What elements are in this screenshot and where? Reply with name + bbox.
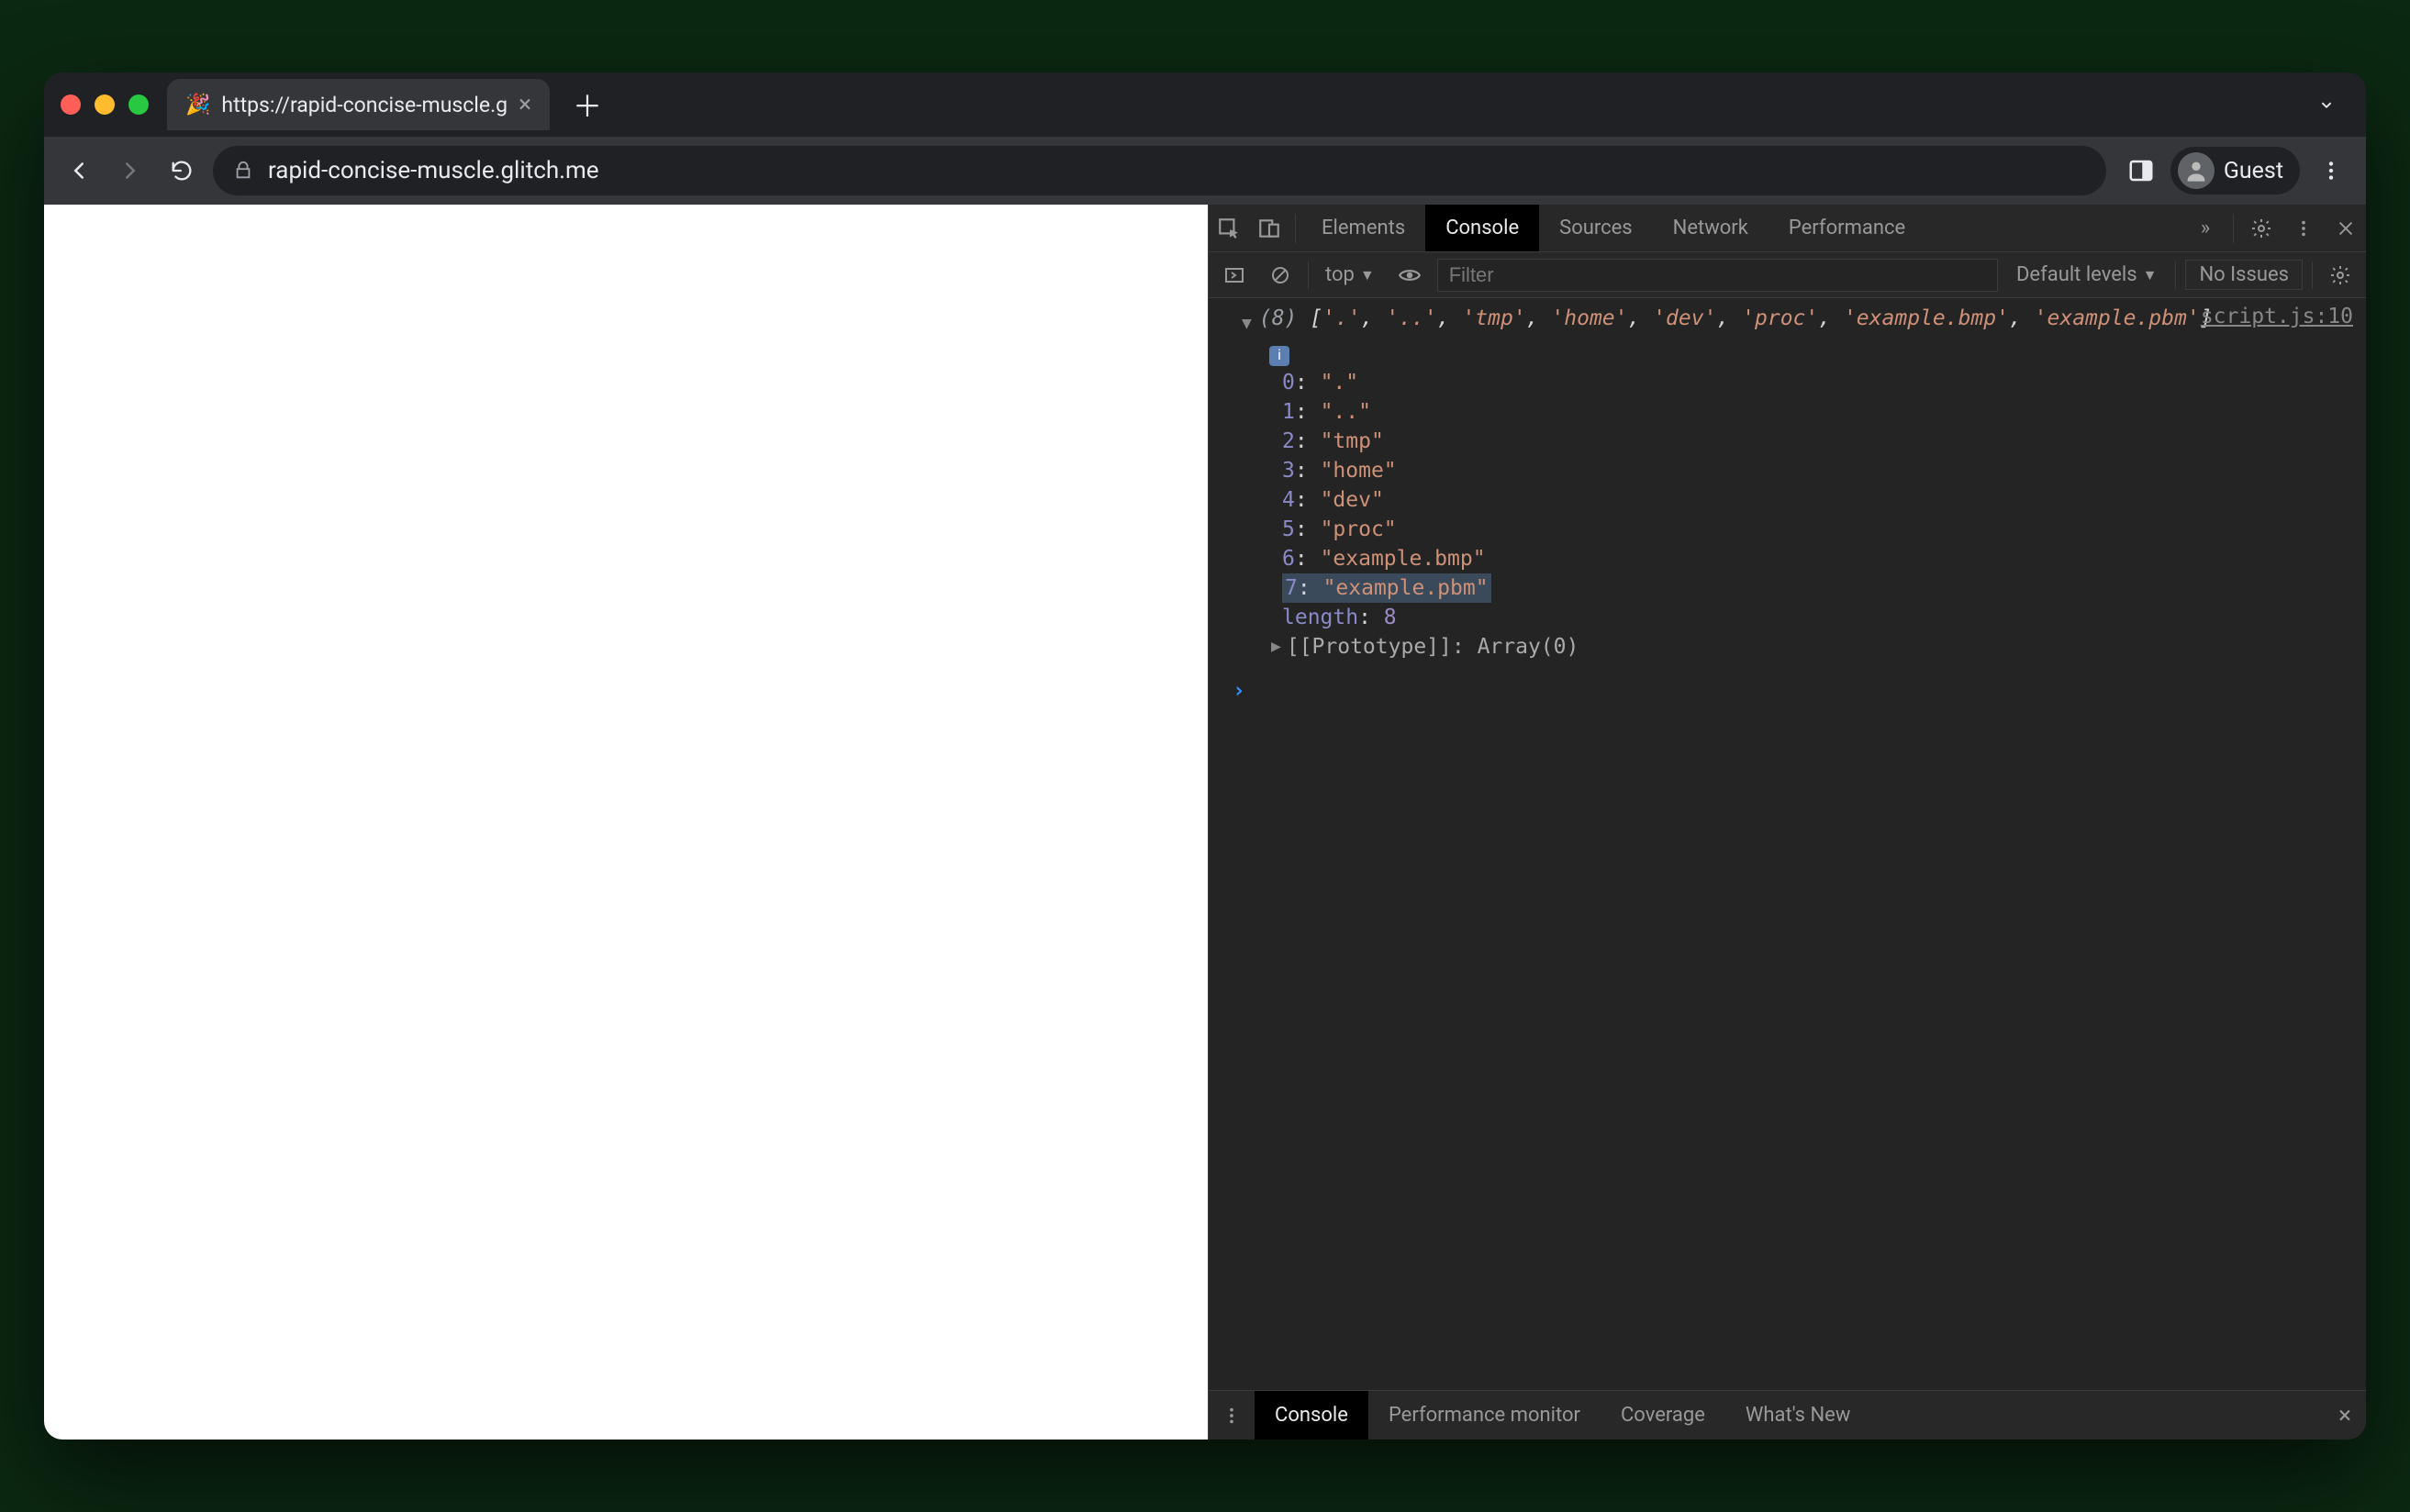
array-entries-list: 0: "."1: ".."2: "tmp"3: "home"4: "dev"5:…	[1225, 368, 2355, 603]
devtools-settings-icon[interactable]	[2241, 217, 2282, 239]
devtools-tab-bar: Elements Console Sources Network Perform…	[1209, 205, 2366, 252]
drawer-menu-icon[interactable]	[1209, 1406, 1255, 1426]
console-sidebar-toggle-icon[interactable]	[1216, 257, 1253, 294]
drawer-tab-console[interactable]: Console	[1255, 1391, 1368, 1440]
window-close[interactable]	[61, 94, 81, 115]
array-entry[interactable]: 1: ".."	[1282, 397, 2355, 427]
devtools-menu-icon[interactable]	[2283, 218, 2324, 239]
info-icon[interactable]: i	[1269, 346, 1289, 366]
content-area: Elements Console Sources Network Perform…	[44, 205, 2366, 1440]
devtools-panel: Elements Console Sources Network Perform…	[1208, 205, 2366, 1440]
profile-button[interactable]: Guest	[2170, 147, 2300, 195]
tab-close-icon[interactable]: ×	[519, 91, 531, 118]
drawer-tab-coverage[interactable]: Coverage	[1601, 1391, 1725, 1440]
drawer-tab-whatsnew[interactable]: What's New	[1725, 1391, 1871, 1440]
inspect-element-icon[interactable]	[1209, 205, 1249, 251]
avatar-icon	[2178, 152, 2215, 189]
array-entry[interactable]: 7: "example.pbm"	[1282, 573, 2355, 603]
array-entry[interactable]: 0: "."	[1282, 368, 2355, 397]
browser-tab[interactable]: 🎉 https://rapid-concise-muscle.g ×	[167, 79, 550, 130]
tab-console[interactable]: Console	[1425, 205, 1539, 251]
url-text: rapid-concise-muscle.glitch.me	[268, 157, 599, 184]
lock-icon	[233, 161, 253, 181]
profile-label: Guest	[2224, 158, 2283, 184]
tab-title: https://rapid-concise-muscle.g	[221, 93, 508, 117]
tab-network[interactable]: Network	[1653, 205, 1768, 251]
log-levels-label: Default levels	[2016, 263, 2137, 286]
prototype-row[interactable]: ▶ [[Prototype]]: Array(0)	[1225, 632, 2355, 662]
nav-reload-button[interactable]	[162, 150, 202, 191]
clear-console-icon[interactable]	[1262, 257, 1299, 294]
array-entry[interactable]: 4: "dev"	[1282, 485, 2355, 515]
console-context-selector[interactable]: top ▼	[1318, 263, 1382, 286]
console-prompt[interactable]: ›	[1225, 676, 2355, 706]
array-length-badge: (8)	[1259, 306, 1298, 330]
nav-forward-button[interactable]	[110, 150, 151, 191]
device-toolbar-icon[interactable]	[1249, 205, 1289, 251]
drawer-tab-perfmon[interactable]: Performance monitor	[1368, 1391, 1601, 1440]
dropdown-icon: ▼	[1360, 266, 1375, 284]
more-tabs-button[interactable]: »	[2185, 217, 2226, 239]
browser-toolbar: rapid-concise-muscle.glitch.me Guest	[44, 137, 2366, 205]
side-panel-button[interactable]	[2123, 152, 2159, 189]
window-controls	[61, 94, 149, 115]
browser-window: 🎉 https://rapid-concise-muscle.g × ＋ rap…	[44, 72, 2366, 1440]
live-expression-icon[interactable]	[1391, 257, 1428, 294]
issues-button[interactable]: No Issues	[2185, 260, 2303, 290]
tab-performance[interactable]: Performance	[1768, 205, 1925, 251]
console-context-label: top	[1325, 263, 1355, 286]
disclosure-triangle-icon[interactable]	[1242, 309, 1252, 339]
disclosure-triangle-icon[interactable]: ▶	[1271, 632, 1281, 662]
array-preview: ['.', '..', 'tmp', 'home', 'dev', 'proc'…	[1310, 306, 2212, 330]
address-bar[interactable]: rapid-concise-muscle.glitch.me	[213, 146, 2106, 195]
console-output[interactable]: script.js:10 (8) ['.', '..', 'tmp', 'hom…	[1209, 298, 2366, 1390]
array-length-row: length: 8	[1225, 603, 2355, 632]
array-entry[interactable]: 2: "tmp"	[1282, 427, 2355, 456]
tab-elements[interactable]: Elements	[1301, 205, 1425, 251]
devtools-close-icon[interactable]	[2326, 218, 2366, 239]
dropdown-icon: ▼	[2143, 266, 2158, 284]
log-array-summary[interactable]: (8) ['.', '..', 'tmp', 'home', 'dev', 'p…	[1225, 304, 2355, 339]
nav-back-button[interactable]	[59, 150, 99, 191]
tab-favicon: 🎉	[185, 94, 210, 117]
source-link[interactable]: script.js:10	[2201, 302, 2353, 331]
tab-sources[interactable]: Sources	[1539, 205, 1653, 251]
tab-strip: 🎉 https://rapid-concise-muscle.g × ＋	[44, 72, 2366, 137]
array-entry[interactable]: 5: "proc"	[1282, 515, 2355, 544]
new-tab-button[interactable]: ＋	[568, 85, 607, 124]
log-levels-selector[interactable]: Default levels ▼	[2007, 263, 2166, 286]
prompt-chevron-icon: ›	[1233, 676, 1245, 706]
page-viewport[interactable]	[44, 205, 1208, 1440]
array-entry[interactable]: 6: "example.bmp"	[1282, 544, 2355, 573]
devtools-drawer: Console Performance monitor Coverage Wha…	[1209, 1390, 2366, 1440]
browser-menu-button[interactable]	[2311, 150, 2351, 191]
console-toolbar: top ▼ Default levels ▼ No Issues	[1209, 252, 2366, 298]
array-entry[interactable]: 3: "home"	[1282, 456, 2355, 485]
console-filter-input[interactable]	[1437, 259, 1998, 292]
tabs-dropdown-button[interactable]	[2304, 87, 2349, 122]
window-minimize[interactable]	[95, 94, 115, 115]
drawer-close-icon[interactable]: ×	[2324, 1402, 2366, 1429]
console-settings-icon[interactable]	[2322, 257, 2359, 294]
window-zoom[interactable]	[128, 94, 149, 115]
